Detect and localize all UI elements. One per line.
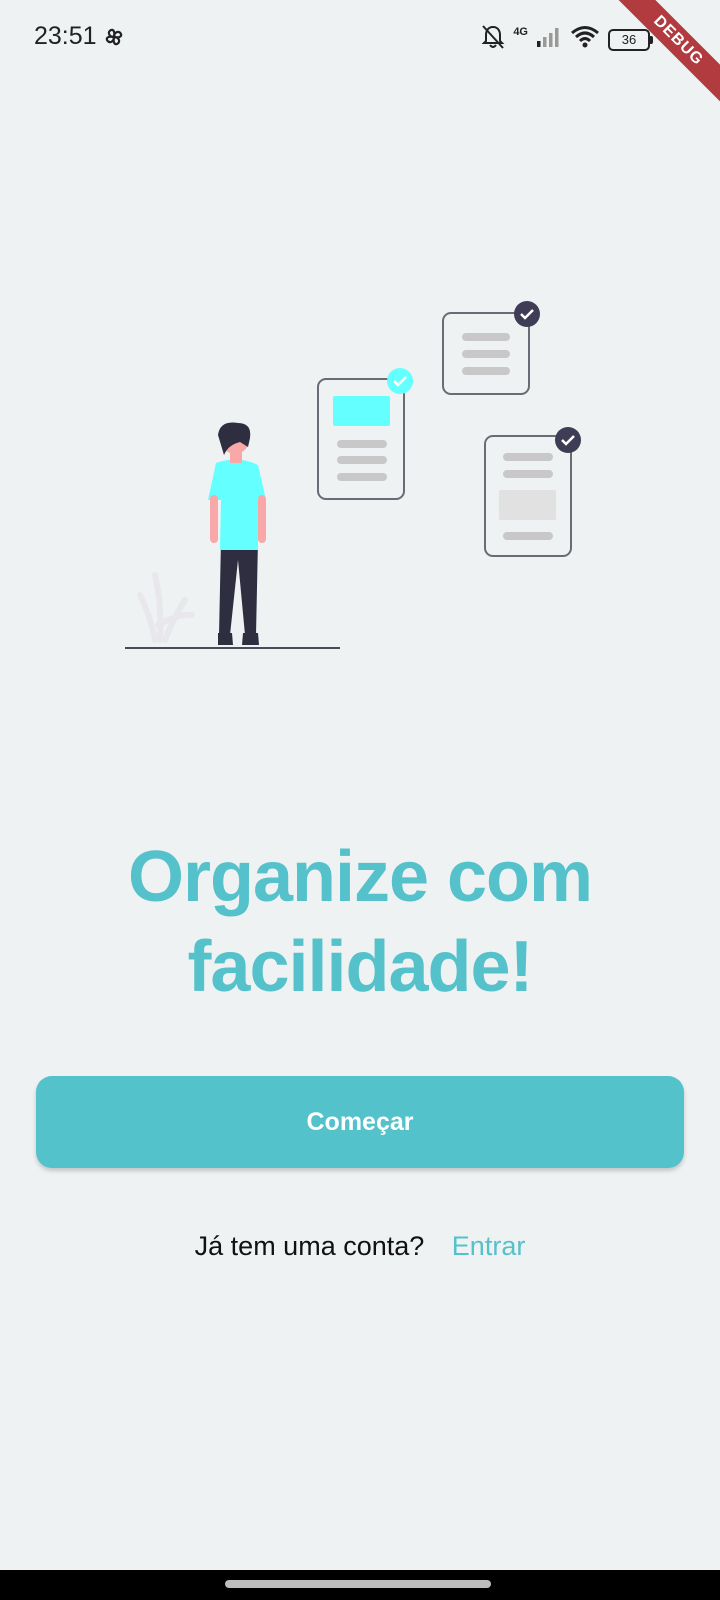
- debug-banner: DEBUG: [600, 0, 720, 120]
- navigation-bar: [0, 1570, 720, 1600]
- network-type-label: 4G: [513, 25, 528, 38]
- bell-muted-icon: [481, 24, 505, 55]
- debug-banner-label: DEBUG: [612, 0, 720, 107]
- onboarding-illustration: [120, 295, 600, 675]
- home-gesture-handle[interactable]: [225, 1580, 491, 1588]
- headline: Organize com facilidade!: [127, 837, 593, 1007]
- cellular-signal-icon: [536, 26, 562, 53]
- wifi-icon: [570, 25, 600, 54]
- start-button[interactable]: Começar: [36, 1076, 684, 1168]
- status-time: 23:51: [34, 22, 97, 50]
- login-row: Já tem uma conta? Entrar: [0, 1231, 720, 1262]
- login-link[interactable]: Entrar: [452, 1231, 526, 1261]
- login-prompt: Já tem uma conta?: [194, 1231, 425, 1261]
- pinwheel-icon: [103, 26, 125, 53]
